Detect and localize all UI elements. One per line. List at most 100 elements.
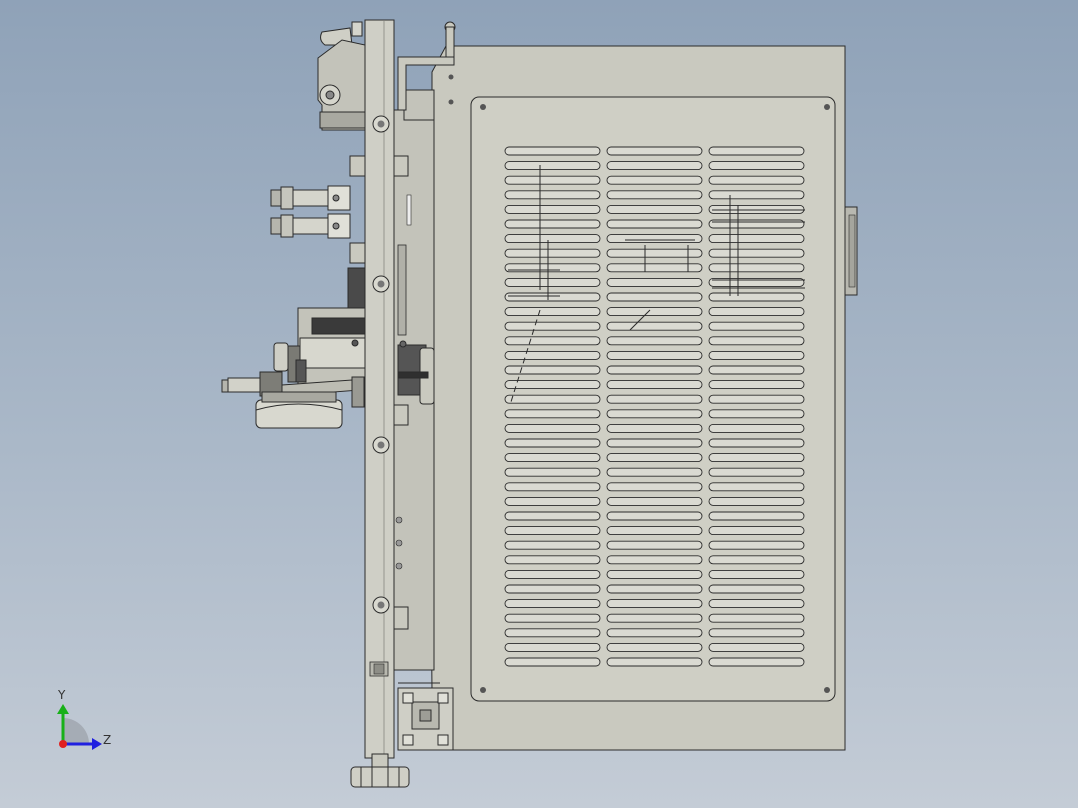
housing-screw: [448, 74, 454, 80]
vent-slot: [606, 423, 703, 433]
vent-slot: [504, 263, 601, 273]
vent-slot: [708, 453, 805, 463]
vent-slot: [504, 234, 601, 244]
vent-slot: [606, 307, 703, 317]
vent-slot: [504, 569, 601, 579]
vent-slot: [504, 467, 601, 477]
triad-quadrant: [63, 718, 89, 744]
vent-slot: [606, 394, 703, 404]
vent-slot: [708, 394, 805, 404]
vent-slot: [606, 161, 703, 171]
vent-slot: [708, 204, 805, 214]
gripper-assembly: [317, 21, 366, 131]
vent-slot: [504, 321, 601, 331]
vent-slot: [504, 599, 601, 609]
vent-slot: [504, 642, 601, 652]
z-axis-arrow-icon: [92, 738, 102, 750]
vent-slot: [504, 380, 601, 390]
vent-slot: [504, 336, 601, 346]
triad-z-label: Z: [103, 733, 112, 747]
vent-slot: [708, 263, 805, 273]
vent-slot: [504, 175, 601, 185]
vent-slot: [504, 292, 601, 302]
vent-slot: [606, 409, 703, 419]
plate-bolt-icon: [372, 115, 390, 133]
vent-slot: [606, 365, 703, 375]
vent-slot: [504, 146, 601, 156]
pneumatic-fittings: [270, 185, 351, 239]
vent-slot: [606, 599, 703, 609]
vent-slot: [504, 482, 601, 492]
vent-slot: [708, 642, 805, 652]
vent-slot: [708, 584, 805, 594]
cad-viewport[interactable]: Y Z: [0, 0, 1078, 808]
vent-slot: [606, 540, 703, 550]
panel-screw: [480, 104, 486, 110]
plate-bolt-icon: [372, 275, 390, 293]
vent-slot: [708, 423, 805, 433]
vent-slot: [606, 146, 703, 156]
vent-slot: [504, 204, 601, 214]
vent-slot: [606, 526, 703, 536]
vent-slot: [606, 438, 703, 448]
vent-slot: [504, 248, 601, 258]
vent-slot: [708, 657, 805, 667]
vent-slot: [504, 555, 601, 565]
vent-slot: [606, 584, 703, 594]
vent-slot: [708, 161, 805, 171]
vertical-mounting-plate: [364, 19, 395, 759]
vent-slot: [606, 467, 703, 477]
vent-slot: [504, 496, 601, 506]
vent-slot: [708, 599, 805, 609]
panel-screw: [824, 687, 830, 693]
orientation-triad: [57, 704, 102, 750]
vent-slot: [708, 409, 805, 419]
vent-slot: [606, 628, 703, 638]
vent-slot: [606, 219, 703, 229]
vent-slot: [504, 190, 601, 200]
vent-slot: [504, 365, 601, 375]
vent-slot: [504, 453, 601, 463]
x-axis-dot-icon: [59, 740, 67, 748]
vent-slot: [504, 628, 601, 638]
vent-slot: [708, 511, 805, 521]
vent-slot: [708, 350, 805, 360]
vent-slot: [708, 175, 805, 185]
vent-slot: [606, 234, 703, 244]
vent-slot: [504, 540, 601, 550]
vent-slot: [708, 321, 805, 331]
vent-slot: [708, 248, 805, 258]
vent-slot: [708, 292, 805, 302]
y-axis-arrow-icon: [57, 704, 69, 714]
vent-slot: [606, 277, 703, 287]
triad-y-label: Y: [58, 688, 66, 702]
vent-slot: [606, 496, 703, 506]
housing-screw: [448, 99, 454, 105]
vent-slot: [708, 555, 805, 565]
vent-slot: [504, 613, 601, 623]
vent-slot: [708, 438, 805, 448]
vent-slot: [708, 146, 805, 156]
vent-slot: [504, 511, 601, 521]
vent-slot: [606, 292, 703, 302]
vent-slot: [708, 307, 805, 317]
aluminum-profile: [397, 682, 454, 751]
vent-slot: [504, 584, 601, 594]
vent-slot: [606, 453, 703, 463]
vent-slot: [708, 234, 805, 244]
vent-slot: [708, 482, 805, 492]
assembly-model[interactable]: [0, 0, 1078, 808]
vent-slot: [504, 161, 601, 171]
panel-screw: [824, 104, 830, 110]
vent-slot: [606, 175, 703, 185]
plate-bolt-icon: [372, 436, 390, 454]
vent-slot: [504, 409, 601, 419]
vent-slot: [606, 657, 703, 667]
vent-slot: [708, 540, 805, 550]
vent-slot: [708, 496, 805, 506]
vent-slot: [504, 219, 601, 229]
vent-slot: [708, 380, 805, 390]
vent-slot: [606, 511, 703, 521]
vent-slot: [708, 526, 805, 536]
vent-slot: [708, 365, 805, 375]
